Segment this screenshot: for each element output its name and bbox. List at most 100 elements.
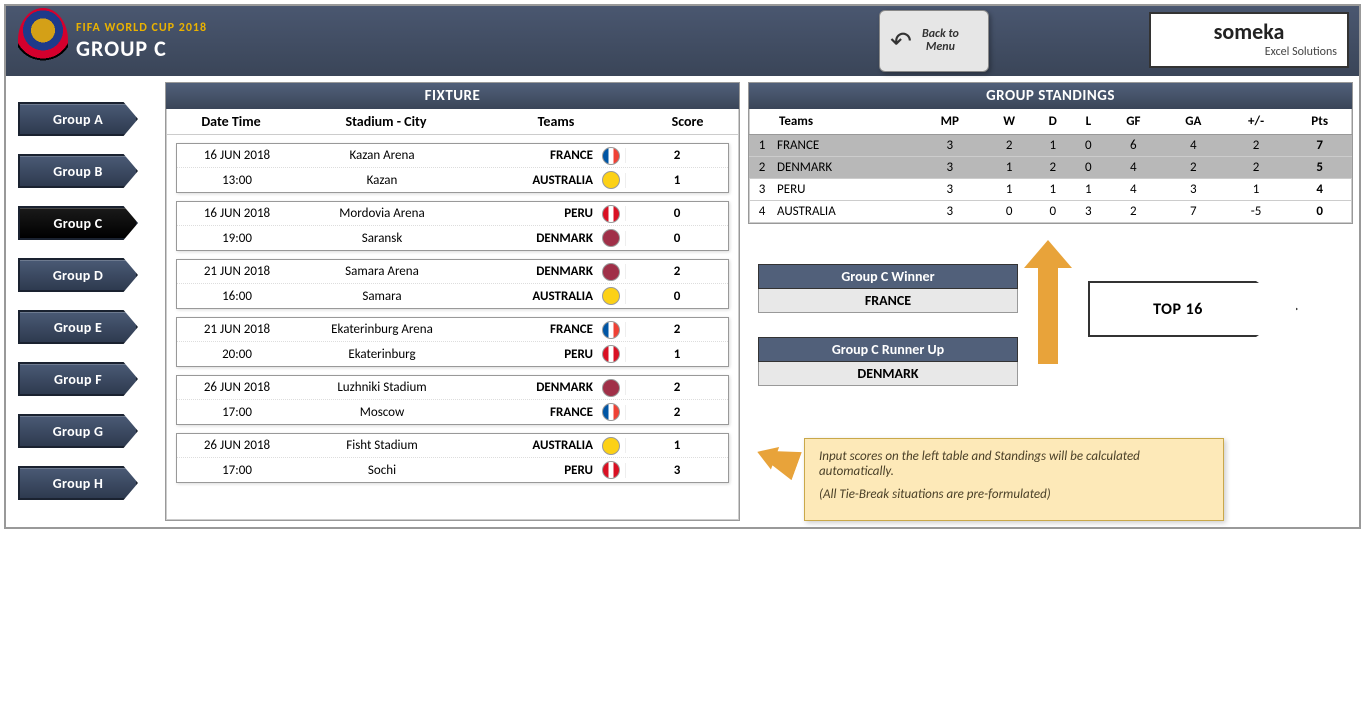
nav-group-a[interactable]: Group A [18,102,138,136]
cell-rank: 4 [749,201,775,223]
standings-row: 1FRANCE32106427 [749,135,1352,157]
match-score1[interactable]: 1 [625,438,728,453]
cell-gf: 4 [1105,157,1162,179]
match-team2: AUSTRALIA [467,289,597,304]
cell-gf: 6 [1105,135,1162,157]
match-city: Kazan [297,173,467,188]
back-to-menu-button[interactable]: ↶ Back toMenu [879,10,989,72]
header-subtitle: FIFA WORLD CUP 2018 [76,21,207,35]
fixture-headers: Date Time Stadium - City Teams Score [166,109,739,135]
match-row-2: 13:00KazanAUSTRALIA1 [177,168,728,192]
match-card: 26 JUN 2018Fisht StadiumAUSTRALIA117:00S… [176,433,729,483]
result-row: Group C Winner FRANCE Group C Runner Up … [748,264,1353,410]
match-team2: PERU [467,347,597,362]
flag-icon [597,287,625,305]
header-bar: FIFA WORLD CUP 2018 GROUP C ↶ Back toMen… [6,6,1359,76]
flag-icon [597,147,625,165]
cell-l: 3 [1072,201,1105,223]
match-score2[interactable]: 0 [625,289,728,304]
flag-icon [597,171,625,189]
cell-mp: 3 [915,201,985,223]
match-score2[interactable]: 0 [625,231,728,246]
th-l: L [1072,109,1105,135]
match-team1: FRANCE [467,322,597,337]
match-date: 16 JUN 2018 [177,206,297,221]
flag-icon [597,263,625,281]
col-score: Score [636,113,739,130]
someka-logo: someka Excel Solutions [1149,12,1349,68]
cell-w: 1 [985,179,1034,201]
match-score1[interactable]: 2 [625,380,728,395]
hint-line2: (All Tie-Break situations are pre-formul… [819,487,1209,502]
hint-row: Input scores on the left table and Stand… [748,438,1353,521]
match-date: 21 JUN 2018 [177,264,297,279]
match-row-1: 16 JUN 2018Mordovia ArenaPERU0 [177,202,728,226]
standings-title: GROUP STANDINGS [749,83,1352,109]
match-score1[interactable]: 2 [625,322,728,337]
match-score1[interactable]: 0 [625,206,728,221]
cell-pts: 4 [1287,179,1352,201]
standings-row: 2DENMARK31204225 [749,157,1352,179]
th-gf: GF [1105,109,1162,135]
th-ga: GA [1162,109,1225,135]
th-w: W [985,109,1034,135]
standings-table: Teams MP W D L GF GA +/- Pts 1FRANCE3210… [749,109,1352,223]
match-score2[interactable]: 3 [625,463,728,478]
cell-l: 0 [1072,135,1105,157]
match-score1[interactable]: 2 [625,148,728,163]
match-score2[interactable]: 1 [625,173,728,188]
nav-group-f[interactable]: Group F [18,362,138,396]
standings-row: 4AUSTRALIA300327-50 [749,201,1352,223]
cell-gf: 2 [1105,201,1162,223]
match-row-2: 19:00SaranskDENMARK0 [177,226,728,250]
col-teams: Teams [476,113,636,130]
col-date: Date Time [166,113,296,130]
cell-d: 1 [1034,135,1072,157]
cell-ga: 2 [1162,157,1225,179]
hint-line1: Input scores on the left table and Stand… [819,449,1209,479]
flag-icon [597,403,625,421]
cell-diff: 1 [1225,179,1288,201]
header-title: GROUP C [76,35,207,62]
standings-row: 3PERU31114314 [749,179,1352,201]
th-mp: MP [915,109,985,135]
nav-group-e[interactable]: Group E [18,310,138,344]
match-city: Ekaterinburg [297,347,467,362]
nav-group-h[interactable]: Group H [18,466,138,500]
match-score1[interactable]: 2 [625,264,728,279]
nav-group-c[interactable]: Group C [18,206,138,240]
cell-rank: 3 [749,179,775,201]
cell-d: 2 [1034,157,1072,179]
match-team2: AUSTRALIA [467,173,597,188]
match-stadium: Luzhniki Stadium [297,380,467,395]
match-score2[interactable]: 1 [625,347,728,362]
cell-ga: 3 [1162,179,1225,201]
flag-icon [597,345,625,363]
winner-box: Group C Winner FRANCE [758,264,1018,313]
match-score2[interactable]: 2 [625,405,728,420]
header-titles: FIFA WORLD CUP 2018 GROUP C [76,21,207,62]
nav-group-b[interactable]: Group B [18,154,138,188]
nav-group-g[interactable]: Group G [18,414,138,448]
cell-d: 0 [1034,201,1072,223]
match-stadium: Ekaterinburg Arena [297,322,467,337]
cell-d: 1 [1034,179,1072,201]
content-area: Group A Group B Group C Group D Group E Group… [6,76,1359,527]
match-card: 21 JUN 2018Samara ArenaDENMARK216:00Sama… [176,259,729,309]
cell-pts: 0 [1287,201,1352,223]
match-row-1: 16 JUN 2018Kazan ArenaFRANCE2 [177,144,728,168]
nav-group-d[interactable]: Group D [18,258,138,292]
cell-l: 1 [1072,179,1105,201]
cell-ga: 7 [1162,201,1225,223]
fifa-logo-icon [18,8,68,72]
match-date: 26 JUN 2018 [177,438,297,453]
match-team1: DENMARK [467,264,597,279]
match-city: Moscow [297,405,467,420]
runnerup-box: Group C Runner Up DENMARK [758,337,1018,386]
hint-arrow-icon [752,438,802,481]
match-city: Sochi [297,463,467,478]
match-team1: PERU [467,206,597,221]
winner-value: FRANCE [758,289,1018,313]
cell-diff: 2 [1225,157,1288,179]
match-row-1: 21 JUN 2018Ekaterinburg ArenaFRANCE2 [177,318,728,342]
